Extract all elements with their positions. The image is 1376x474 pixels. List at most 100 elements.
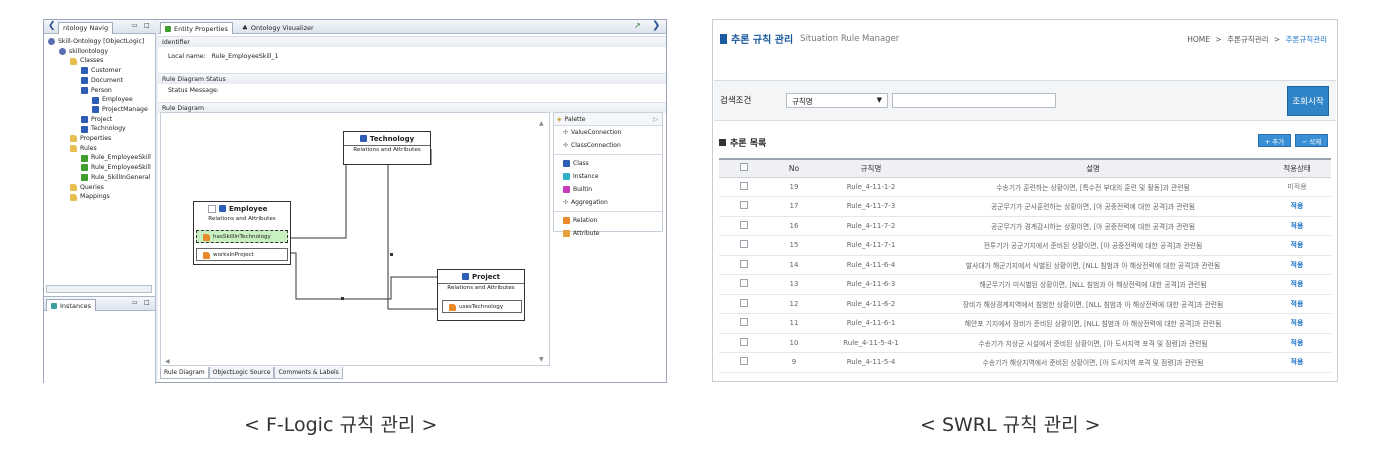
tree-item[interactable]: Employee	[48, 95, 151, 105]
back-arrow-icon[interactable]: ❮	[48, 21, 56, 31]
row-checkbox[interactable]	[740, 181, 748, 190]
minimize-icon[interactable]: ▭	[132, 299, 138, 306]
row-checkbox[interactable]	[740, 279, 748, 288]
table-row[interactable]: 17 Rule_4-11-7-3 공군무기가 군사훈련하는 상황이면, [아 공중전…	[719, 196, 1331, 217]
tree-item[interactable]: Rule_EmployeeSkill	[48, 163, 151, 173]
instances-icon	[51, 302, 57, 309]
tab-objectlogic-source[interactable]: ObjectLogic Source	[208, 367, 275, 379]
breadcrumb-home[interactable]: HOME	[1187, 35, 1210, 44]
breadcrumb-mid[interactable]: 추론규칙관리	[1227, 35, 1268, 44]
tree-item[interactable]: Queries	[48, 183, 151, 193]
row-checkbox[interactable]	[740, 220, 748, 229]
palette-class[interactable]: Class	[554, 157, 662, 170]
row-checkbox[interactable]	[740, 201, 748, 210]
tab-comments-labels[interactable]: Comments & Labels	[274, 367, 343, 379]
palette-class-connection[interactable]: ✣ ClassConnection	[554, 139, 662, 152]
palette-header[interactable]: ◈ Palette ▷	[554, 113, 662, 126]
employee-attr-0[interactable]: hasSkillInTechnology	[196, 230, 288, 243]
search-button[interactable]: 조회시작	[1287, 86, 1329, 116]
tree-item[interactable]: Customer	[48, 66, 151, 76]
tree-item-label: Rule_EmployeeSkill	[91, 154, 151, 162]
row-checkbox[interactable]	[740, 337, 748, 346]
folder-icon	[70, 183, 77, 191]
forward-arrow-icon[interactable]: ❯	[652, 20, 660, 31]
tree-item-label: Rules	[80, 144, 97, 152]
search-field-select[interactable]: 규칙명 ▼	[786, 93, 888, 108]
project-node[interactable]: Project Relations and Attributes usesTec…	[437, 269, 525, 321]
tree-item[interactable]: skillontology	[48, 47, 151, 57]
table-row[interactable]: 16 Rule_4-11-7-2 공군무기가 경계감시하는 상황이면, [아 공중전…	[719, 216, 1331, 236]
tab-entity-properties[interactable]: Entity Properties	[160, 22, 233, 34]
tree-item[interactable]: Technology	[48, 124, 151, 134]
tree-item[interactable]: Rules	[48, 144, 151, 154]
tab-ontology-visualizer[interactable]: ♣ Ontology Visualizer	[238, 22, 318, 34]
tree-item[interactable]: Person	[48, 86, 151, 96]
maximize-icon[interactable]: □	[144, 22, 150, 29]
collapse-icon[interactable]: ▷	[653, 116, 658, 123]
folder-icon	[70, 193, 77, 201]
row-select-cell	[719, 333, 769, 353]
tree-item[interactable]: ProjectManage	[48, 105, 151, 115]
table-row[interactable]: 9 Rule_4-11-5-4 수송기가 해상지역에서 준비된 상황이면, [아 도…	[719, 352, 1331, 373]
tab-instances[interactable]: Instances	[46, 299, 97, 311]
table-row[interactable]: 11 Rule_4-11-6-1 해안포 기지에서 장비가 준비된 상황이면, [N…	[719, 313, 1331, 334]
cell-name: Rule_4-11-1-2	[819, 177, 923, 197]
swrl-caption: < SWRL 규칙 관리 >	[920, 414, 1101, 436]
maximize-icon[interactable]: □	[144, 299, 150, 306]
rule-diagram-canvas[interactable]: ▲ ▼ ◀ Technology Relations and Attribute…	[160, 112, 550, 366]
tab-ontology-navigator[interactable]: ntology Navig	[58, 22, 114, 34]
project-attr-0[interactable]: usesTechnology	[442, 300, 522, 313]
employee-attr-1[interactable]: worksInProject	[196, 248, 288, 261]
attribute-icon	[563, 230, 570, 237]
tree-item[interactable]: Document	[48, 76, 151, 86]
delete-rule-button[interactable]: − 삭제	[1295, 134, 1328, 147]
search-input[interactable]	[892, 93, 1056, 108]
connection-icon: ✣	[563, 142, 569, 149]
row-checkbox[interactable]	[740, 318, 748, 327]
table-row[interactable]: 10 Rule_4-11-5-4-1 수송기가 지상군 시설에서 준비된 상황이면,…	[719, 333, 1331, 353]
table-row[interactable]: 19 Rule_4-11-1-2 수송기가 훈련하는 상황이면, [특수전 부대의 …	[719, 177, 1331, 197]
horizontal-scrollbar[interactable]	[46, 285, 152, 293]
tab-rule-diagram[interactable]: Rule Diagram	[160, 367, 209, 379]
relation-icon	[203, 234, 210, 241]
technology-node[interactable]: Technology Relations and Attributes	[343, 131, 431, 165]
tree-item[interactable]: Mappings	[48, 192, 151, 202]
employee-checkbox[interactable]	[208, 204, 216, 213]
palette-builtin[interactable]: Builtin	[554, 183, 662, 196]
table-row[interactable]: 12 Rule_4-11-6-2 장비가 해상경계지역에서 침범한 상황이면, [N…	[719, 294, 1331, 314]
palette-relation[interactable]: Relation	[554, 214, 662, 227]
cell-name: Rule_4-11-7-1	[819, 235, 923, 256]
tree-item[interactable]: Classes	[48, 56, 151, 66]
export-icon[interactable]: ↗	[634, 21, 641, 30]
class-icon	[92, 96, 99, 104]
relation-icon	[563, 217, 570, 224]
class-icon	[563, 160, 570, 167]
employee-node[interactable]: Employee Relations and Attributes hasSki…	[193, 201, 291, 265]
tree-item-label: Customer	[91, 67, 122, 75]
palette-aggregation[interactable]: ✣ Aggregation	[554, 196, 662, 209]
table-row[interactable]: 15 Rule_4-11-7-1 전투기가 공군기지에서 준비된 상황이면, [아 …	[719, 235, 1331, 256]
palette-attribute[interactable]: Attribute	[554, 227, 662, 240]
palette-instance[interactable]: Instance	[554, 170, 662, 183]
add-rule-button[interactable]: + 추가	[1258, 134, 1291, 147]
tree-item[interactable]: Rule_EmployeeSkill	[48, 153, 151, 163]
tree-item[interactable]: Project	[48, 115, 151, 125]
table-row[interactable]: 14 Rule_4-11-6-4 발사대가 해군기지에서 식별된 상황이면, [NL…	[719, 255, 1331, 275]
tree-item[interactable]: Skill-Ontology [ObjectLogic]	[48, 37, 151, 47]
tree-item[interactable]: Properties	[48, 134, 151, 144]
select-all-checkbox[interactable]	[740, 163, 748, 172]
rule-table: No 규칙명 설명 적용상태 19 Rule_4-11-1-2 수송기가 훈련하는 …	[719, 158, 1331, 373]
tree-item[interactable]: Rule_SkillInGeneral	[48, 173, 151, 183]
row-checkbox[interactable]	[740, 357, 748, 366]
row-checkbox[interactable]	[740, 298, 748, 307]
table-row[interactable]: 13 Rule_4-11-6-3 해군무기가 미식별된 상황이면, [NLL 침범과…	[719, 274, 1331, 295]
row-checkbox[interactable]	[740, 240, 748, 249]
palette-value-connection[interactable]: ✣ ValueConnection	[554, 126, 662, 139]
local-name-value[interactable]: Rule_EmployeeSkill_1	[212, 53, 279, 60]
tree-item-label: Classes	[80, 57, 104, 65]
minimize-icon[interactable]: ▭	[132, 22, 138, 29]
class-icon	[81, 77, 88, 85]
row-checkbox[interactable]	[740, 259, 748, 268]
status-header: Rule Diagram Status	[158, 73, 666, 84]
cell-name: Rule_4-11-5-4	[819, 352, 923, 373]
